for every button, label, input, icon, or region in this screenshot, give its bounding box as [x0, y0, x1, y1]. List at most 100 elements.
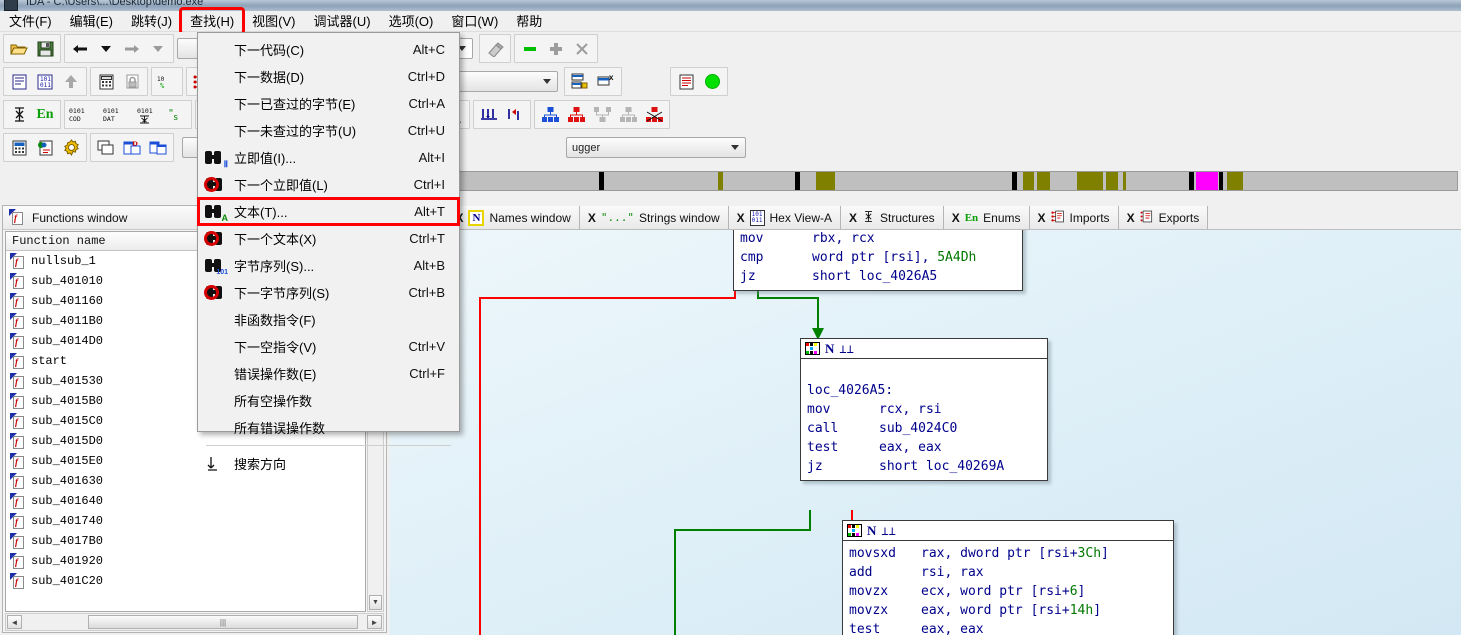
- menuitem-next-code[interactable]: 下一代码(C) Alt+C: [198, 36, 459, 63]
- menu-view[interactable]: 视图(V): [243, 9, 304, 33]
- enum-green-icon[interactable]: En: [32, 102, 58, 127]
- tab-enums[interactable]: X En Enums: [943, 206, 1030, 229]
- tab-structures[interactable]: X Structures: [840, 206, 944, 229]
- search-menu-dropdown[interactable]: 下一代码(C) Alt+C 下一数据(D) Ctrl+D 下一已查过的字节(E) Ctrl…: [197, 32, 460, 472]
- navigator-segment[interactable]: [1196, 172, 1218, 190]
- output-window-icon[interactable]: [673, 69, 699, 94]
- navigator-segment[interactable]: [1023, 172, 1034, 190]
- graph-view[interactable]: mov rbx, rcx cmp word ptr [rsi], 5A4Dh jz sho…: [390, 230, 1461, 635]
- navigator-strip[interactable]: [388, 171, 1458, 191]
- tile-window-icon[interactable]: [145, 135, 171, 160]
- back-dropdown-icon[interactable]: [93, 36, 119, 61]
- tab-close-icon[interactable]: X: [849, 211, 857, 225]
- xref-red2-icon[interactable]: [641, 102, 667, 127]
- run-green-icon[interactable]: [699, 69, 725, 94]
- menu-search[interactable]: 查找(H): [179, 7, 246, 35]
- xref-red-icon[interactable]: [563, 102, 589, 127]
- graph-node-bottom[interactable]: N ⊥⊥ movsxd rax, dword ptr [rsi+3Ch] add rs…: [842, 520, 1174, 635]
- scroll-right-icon[interactable]: ►: [367, 615, 382, 629]
- navigator-segment[interactable]: [1219, 172, 1223, 190]
- menuitem-not-function-instruction[interactable]: 非函数指令(F): [198, 306, 459, 333]
- navigator-segment[interactable]: [599, 172, 604, 190]
- tab-close-icon[interactable]: X: [952, 211, 960, 225]
- string-icon[interactable]: " s: [163, 102, 189, 127]
- cascade-icon[interactable]: [93, 135, 119, 160]
- calculator-icon[interactable]: [93, 69, 119, 94]
- navigator-segment[interactable]: [1077, 172, 1103, 190]
- menuitem-search-direction[interactable]: 搜索方向: [198, 450, 459, 477]
- align-lock-icon[interactable]: [567, 69, 593, 94]
- close-x-icon[interactable]: [569, 36, 595, 61]
- scroll-down-icon[interactable]: ▼: [369, 595, 382, 610]
- tab-hex-view-a[interactable]: X 101 011 Hex View-A: [728, 206, 841, 229]
- menu-help[interactable]: 帮助: [507, 9, 551, 33]
- hex-view-icon[interactable]: 101 011: [32, 69, 58, 94]
- navigator-segment[interactable]: [816, 172, 835, 190]
- menuitem-next-text[interactable]: 下一个文本(X) Ctrl+T: [198, 225, 459, 252]
- tab-close-icon[interactable]: X: [1127, 211, 1135, 225]
- open-icon[interactable]: [6, 36, 32, 61]
- navigator-segment[interactable]: [718, 172, 723, 190]
- 0101-COD-icon[interactable]: 0101 COD: [67, 102, 101, 127]
- align-x-icon[interactable]: x: [593, 69, 619, 94]
- menuitem-next-byte-sequence[interactable]: 下一字节序列(S) Ctrl+B: [198, 279, 459, 306]
- navigator-segment[interactable]: [1012, 172, 1017, 190]
- functions-horizontal-scrollbar[interactable]: ◄ ||| ►: [5, 613, 384, 631]
- menuitem-all-void-operands[interactable]: 所有空操作数: [198, 387, 459, 414]
- function-list-item[interactable]: f sub_401640: [6, 491, 365, 511]
- tab-exports[interactable]: X Exports: [1118, 206, 1209, 229]
- debugger-combo[interactable]: ugger: [566, 137, 746, 158]
- tab-close-icon[interactable]: X: [1038, 211, 1046, 225]
- back-arrow-icon[interactable]: [67, 36, 93, 61]
- function-list-item[interactable]: f sub_401740: [6, 511, 365, 531]
- flow-up-icon[interactable]: [502, 102, 528, 127]
- plus-gray-icon[interactable]: [543, 36, 569, 61]
- xref-gray-down-icon[interactable]: [589, 102, 615, 127]
- calculator2-icon[interactable]: [6, 135, 32, 160]
- navigator-segment[interactable]: [1123, 172, 1126, 190]
- menuitem-error-operand[interactable]: 错误操作数(E) Ctrl+F: [198, 360, 459, 387]
- menu-file[interactable]: 文件(F): [0, 9, 61, 33]
- ten-percent-icon[interactable]: 10%: [154, 69, 180, 94]
- menuitem-byte-sequence[interactable]: 101 字节序列(S)... Alt+B: [198, 252, 459, 279]
- patch-icon[interactable]: [32, 135, 58, 160]
- hscroll-thumb[interactable]: |||: [88, 615, 358, 629]
- tab-imports[interactable]: X Imports: [1029, 206, 1119, 229]
- flow-down-icon[interactable]: [476, 102, 502, 127]
- graph-node-loc-4026A5[interactable]: N ⊥⊥ loc_4026A5: mov rcx, rsi call sub_4024C…: [800, 338, 1048, 481]
- menu-jump[interactable]: 跳转(J): [122, 9, 181, 33]
- tab-strings-window[interactable]: X "..." Strings window: [579, 206, 729, 229]
- save-icon[interactable]: [32, 36, 58, 61]
- eraser-icon[interactable]: [482, 36, 508, 61]
- function-list-item[interactable]: f sub_401C20: [6, 571, 365, 591]
- menuitem-next-unexplored-byte[interactable]: 下一未查过的字节(U) Ctrl+U: [198, 117, 459, 144]
- menuitem-all-error-operands[interactable]: 所有错误操作数: [198, 414, 459, 441]
- struct-icon[interactable]: [6, 102, 32, 127]
- text-view-icon[interactable]: [6, 69, 32, 94]
- menu-edit[interactable]: 编辑(E): [61, 9, 122, 33]
- menuitem-next-data[interactable]: 下一数据(D) Ctrl+D: [198, 63, 459, 90]
- tab-close-icon[interactable]: X: [737, 211, 745, 225]
- xref-gray-icon[interactable]: [615, 102, 641, 127]
- scroll-left-icon[interactable]: ◄: [7, 615, 22, 629]
- menuitem-text[interactable]: A 文本(T)... Alt+T: [197, 197, 460, 226]
- navigator-segment[interactable]: [1189, 172, 1194, 190]
- menu-window[interactable]: 窗口(W): [442, 9, 507, 33]
- menuitem-next-explored-byte[interactable]: 下一已查过的字节(E) Ctrl+A: [198, 90, 459, 117]
- graph-node-top[interactable]: mov rbx, rcx cmp word ptr [rsi], 5A4Dh jz sho…: [733, 230, 1023, 291]
- 0101-struct-icon[interactable]: 0101: [135, 102, 163, 127]
- tab-close-icon[interactable]: X: [588, 211, 596, 225]
- 0101-DAT-icon[interactable]: 0101 DAT: [101, 102, 135, 127]
- R-window-icon[interactable]: R: [119, 135, 145, 160]
- gear-icon[interactable]: [58, 135, 84, 160]
- menu-options[interactable]: 选项(O): [380, 9, 443, 33]
- menuitem-next-immediate-value[interactable]: 下一个立即值(L) Ctrl+I: [198, 171, 459, 198]
- xref-blue-icon[interactable]: [537, 102, 563, 127]
- navigator-segment[interactable]: [1227, 172, 1243, 190]
- navigator-segment[interactable]: [1106, 172, 1118, 190]
- navigator-segment[interactable]: [795, 172, 800, 190]
- menuitem-immediate-value[interactable]: Ⅱ 立即值(I)... Alt+I: [198, 144, 459, 171]
- navigator-segment[interactable]: [1037, 172, 1050, 190]
- function-list-item[interactable]: f sub_401920: [6, 551, 365, 571]
- function-list-item[interactable]: f sub_4017B0: [6, 531, 365, 551]
